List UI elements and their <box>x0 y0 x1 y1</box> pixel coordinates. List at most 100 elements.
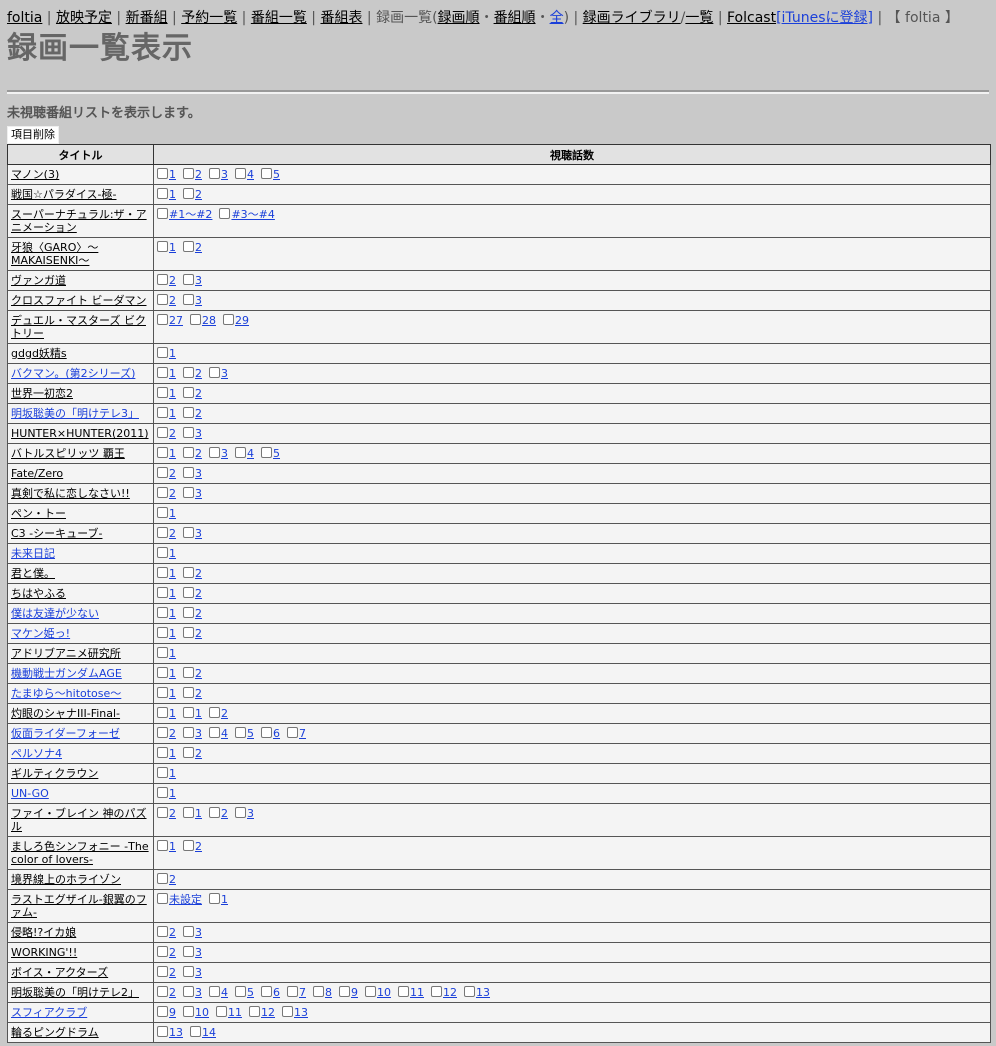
episode-link[interactable]: 2 <box>169 926 176 939</box>
episode-link[interactable]: 3 <box>195 487 202 500</box>
episode-checkbox[interactable] <box>339 986 350 997</box>
episode-checkbox[interactable] <box>209 707 220 718</box>
episode-link[interactable]: 3 <box>195 527 202 540</box>
episode-checkbox[interactable] <box>209 893 220 904</box>
episode-checkbox[interactable] <box>183 807 194 818</box>
episode-link[interactable]: 5 <box>247 986 254 999</box>
episode-checkbox[interactable] <box>183 527 194 538</box>
program-title-link[interactable]: 灼眼のシャナIII-Final- <box>11 707 120 720</box>
episode-checkbox[interactable] <box>183 926 194 937</box>
nav-library[interactable]: 録画ライブラリ <box>583 10 681 26</box>
episode-link[interactable]: 2 <box>195 667 202 680</box>
episode-checkbox[interactable] <box>313 986 324 997</box>
episode-checkbox[interactable] <box>157 1026 168 1037</box>
episode-link[interactable]: 3 <box>221 367 228 380</box>
episode-checkbox[interactable] <box>287 986 298 997</box>
episode-checkbox[interactable] <box>261 168 272 179</box>
episode-checkbox[interactable] <box>209 727 220 738</box>
episode-checkbox[interactable] <box>157 447 168 458</box>
delete-items-button[interactable]: 項目削除 <box>7 126 59 144</box>
episode-checkbox[interactable] <box>183 707 194 718</box>
episode-link[interactable]: 1 <box>169 707 176 720</box>
episode-checkbox[interactable] <box>157 208 168 219</box>
episode-checkbox[interactable] <box>157 294 168 305</box>
episode-checkbox[interactable] <box>157 567 168 578</box>
episode-checkbox[interactable] <box>157 707 168 718</box>
episode-link[interactable]: 5 <box>273 447 280 460</box>
episode-checkbox[interactable] <box>183 587 194 598</box>
episode-checkbox[interactable] <box>235 447 246 458</box>
episode-link[interactable]: 2 <box>169 873 176 886</box>
program-title-link[interactable]: 未来日記 <box>11 547 55 560</box>
episode-checkbox[interactable] <box>223 314 234 325</box>
episode-link[interactable]: 2 <box>195 407 202 420</box>
episode-link[interactable]: 1 <box>169 347 176 360</box>
episode-link[interactable]: 13 <box>169 1026 183 1039</box>
episode-link[interactable]: 2 <box>169 467 176 480</box>
episode-checkbox[interactable] <box>183 966 194 977</box>
episode-checkbox[interactable] <box>157 667 168 678</box>
episode-checkbox[interactable] <box>157 188 168 199</box>
episode-link[interactable]: 4 <box>247 168 254 181</box>
episode-checkbox[interactable] <box>235 986 246 997</box>
episode-link[interactable]: 5 <box>247 727 254 740</box>
episode-checkbox[interactable] <box>157 607 168 618</box>
episode-link[interactable]: 3 <box>195 294 202 307</box>
program-title-link[interactable]: HUNTER×HUNTER(2011) <box>11 427 149 440</box>
episode-link[interactable]: 13 <box>294 1006 308 1019</box>
episode-checkbox[interactable] <box>157 926 168 937</box>
episode-link[interactable]: 3 <box>221 168 228 181</box>
program-title-link[interactable]: クロスファイト ビーダマン <box>11 294 147 307</box>
episode-checkbox[interactable] <box>282 1006 293 1017</box>
episode-link[interactable]: 2 <box>221 707 228 720</box>
program-title-link[interactable]: 輪るピングドラム <box>11 1026 99 1039</box>
episode-link[interactable]: 2 <box>195 840 202 853</box>
episode-checkbox[interactable] <box>287 727 298 738</box>
episode-checkbox[interactable] <box>183 447 194 458</box>
episode-link[interactable]: 1 <box>169 607 176 620</box>
episode-link[interactable]: 1 <box>169 687 176 700</box>
episode-checkbox[interactable] <box>183 407 194 418</box>
episode-checkbox[interactable] <box>157 946 168 957</box>
program-title-link[interactable]: ファイ・ブレイン 神のパズル <box>11 807 147 833</box>
program-title-link[interactable]: WORKING'!! <box>11 946 77 959</box>
episode-link[interactable]: 1 <box>169 188 176 201</box>
program-title-link[interactable]: 牙狼〈GARO〉〜MAKAISENKI〜 <box>11 241 98 267</box>
program-title-link[interactable]: 明坂聡美の「明けテレ2」 <box>11 986 139 999</box>
episode-checkbox[interactable] <box>183 427 194 438</box>
episode-checkbox[interactable] <box>464 986 475 997</box>
program-title-link[interactable]: 境界線上のホライゾン <box>11 873 121 886</box>
program-title-link[interactable]: Fate/Zero <box>11 467 63 480</box>
episode-link[interactable]: 2 <box>195 587 202 600</box>
nav-new-programs[interactable]: 新番組 <box>126 10 168 26</box>
episode-checkbox[interactable] <box>183 387 194 398</box>
episode-link[interactable]: 3 <box>195 274 202 287</box>
nav-reservations[interactable]: 予約一覧 <box>181 10 237 26</box>
episode-checkbox[interactable] <box>157 407 168 418</box>
episode-checkbox[interactable] <box>157 387 168 398</box>
program-title-link[interactable]: gdgd妖精s <box>11 347 67 360</box>
episode-link[interactable]: 1 <box>169 547 176 560</box>
episode-checkbox[interactable] <box>183 294 194 305</box>
episode-link[interactable]: 未設定 <box>169 893 202 906</box>
episode-checkbox[interactable] <box>219 208 231 219</box>
episode-checkbox[interactable] <box>183 274 194 285</box>
episode-link[interactable]: 2 <box>195 387 202 400</box>
episode-checkbox[interactable] <box>209 168 220 179</box>
nav-program-table[interactable]: 番組表 <box>320 10 362 26</box>
episode-link[interactable]: 4 <box>221 727 228 740</box>
episode-link[interactable]: 10 <box>195 1006 209 1019</box>
episode-checkbox[interactable] <box>183 607 194 618</box>
episode-link[interactable]: 2 <box>195 747 202 760</box>
episode-checkbox[interactable] <box>235 727 246 738</box>
episode-link[interactable]: 3 <box>195 926 202 939</box>
episode-link[interactable]: 2 <box>195 627 202 640</box>
program-title-link[interactable]: 侵略!?イカ娘 <box>11 926 76 939</box>
program-title-link[interactable]: マケン姫っ! <box>11 627 70 640</box>
episode-checkbox[interactable] <box>183 1006 194 1017</box>
episode-checkbox[interactable] <box>183 946 194 957</box>
nav-rec-order[interactable]: 録画順 <box>438 10 480 26</box>
episode-checkbox[interactable] <box>157 873 168 884</box>
program-title-link[interactable]: ラストエグザイル-銀翼のファム- <box>11 893 147 919</box>
episode-link[interactable]: 1 <box>169 587 176 600</box>
